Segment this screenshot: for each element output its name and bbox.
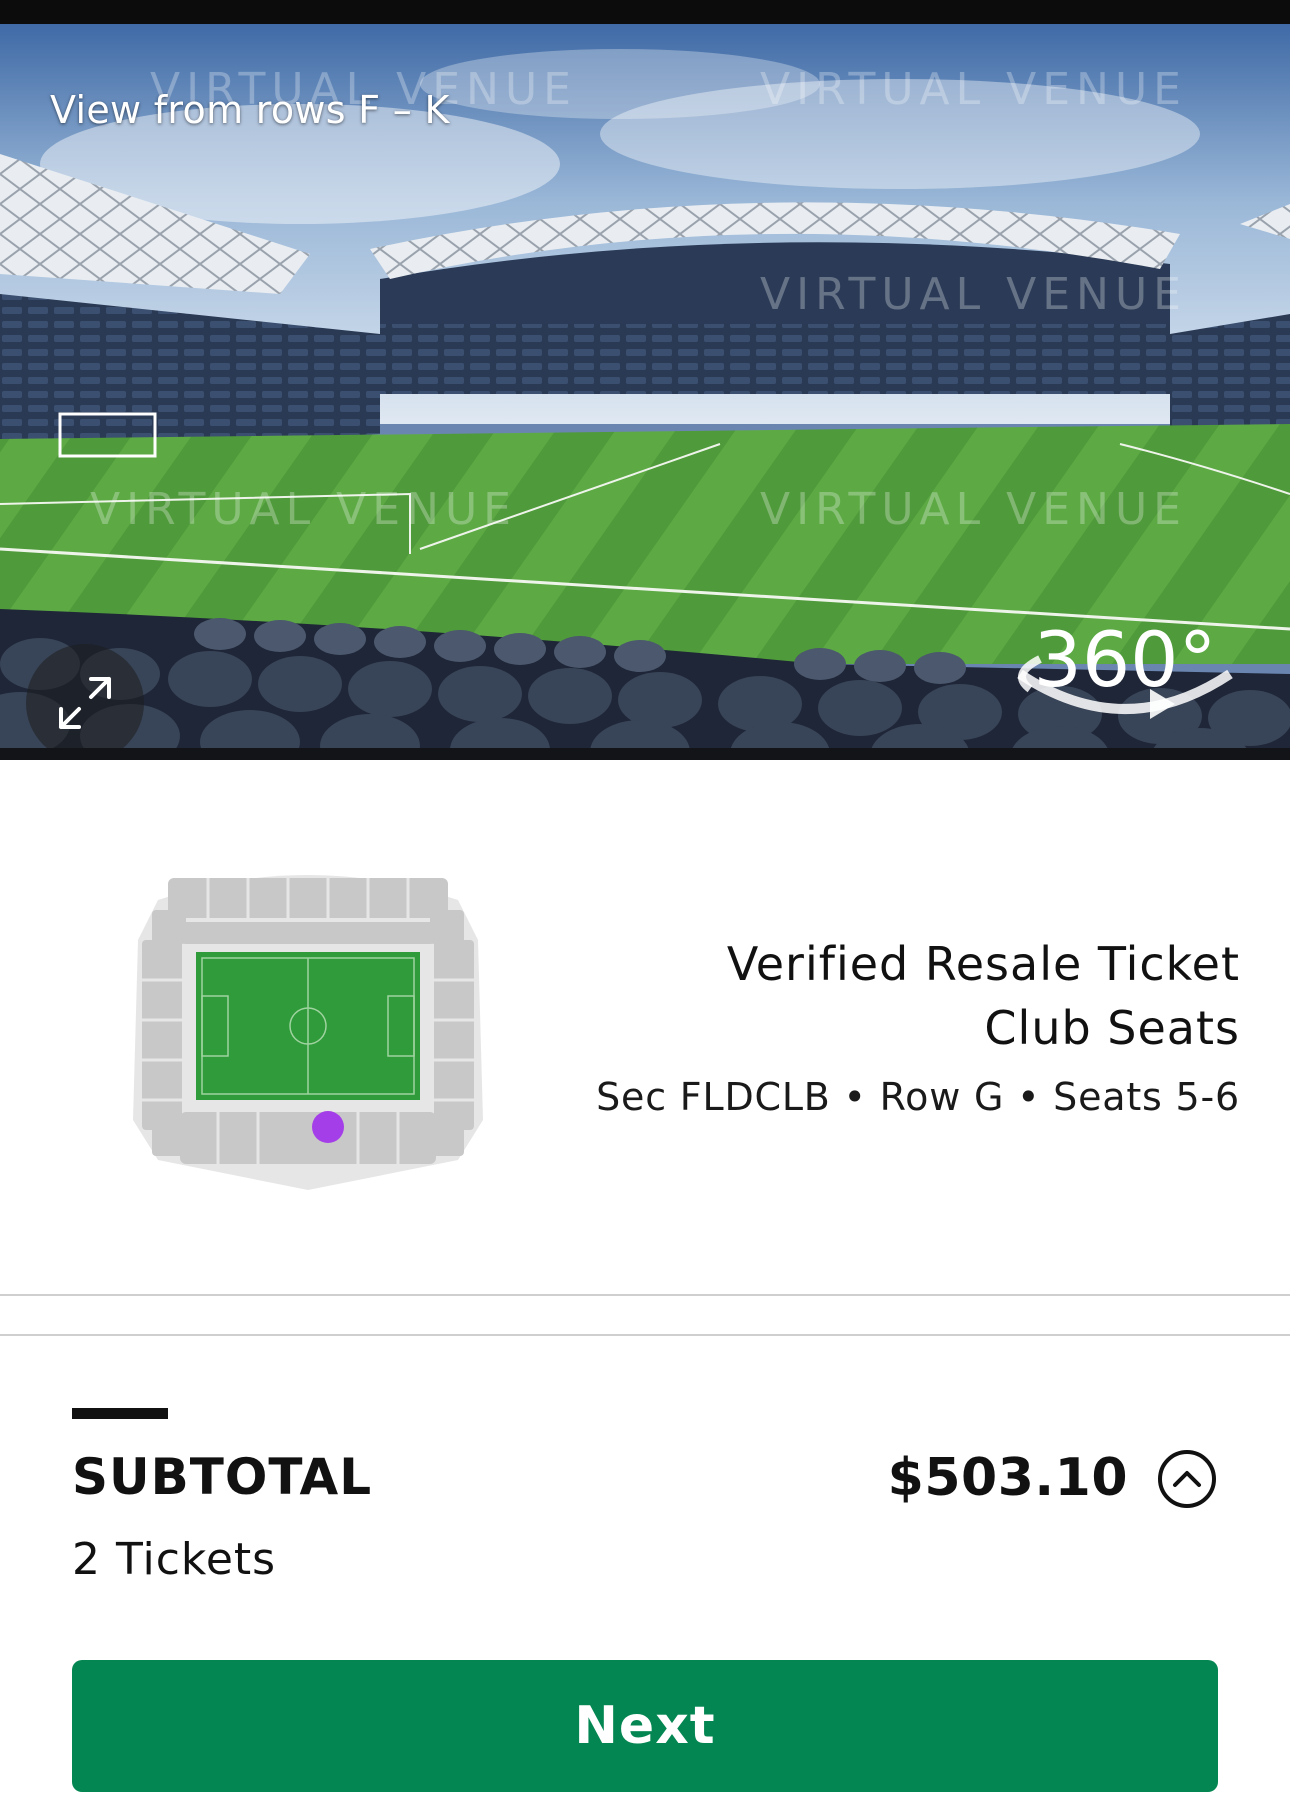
view-360-badge[interactable]: 360° [1000, 604, 1250, 734]
svg-text:VIRTUAL VENUE: VIRTUAL VENUE [90, 484, 517, 535]
svg-text:VIRTUAL VENUE: VIRTUAL VENUE [760, 269, 1187, 320]
rotate-360-icon: 360° [1017, 615, 1233, 719]
expand-arrows-icon [59, 677, 111, 729]
view-caption: View from rows F – K [50, 88, 450, 132]
svg-text:VIRTUAL VENUE: VIRTUAL VENUE [760, 64, 1187, 115]
chevron-up-icon [1173, 1471, 1201, 1487]
status-bar [0, 0, 1290, 24]
badge-360-label: 360° [1033, 615, 1216, 704]
ticket-info: Verified Resale Ticket Club Seats Sec FL… [0, 760, 1290, 1294]
venue-view-photo[interactable]: VIRTUAL VENUE VIRTUAL VENUE VIRTUAL VENU… [0, 24, 1290, 760]
drag-handle[interactable] [72, 1408, 168, 1419]
divider-top [0, 1294, 1290, 1296]
ticket-type: Verified Resale Ticket [726, 937, 1240, 991]
subtotal-label: SUBTOTAL [72, 1448, 373, 1506]
subtotal-price: $503.10 [887, 1448, 1128, 1508]
stadium-seat-map[interactable] [128, 860, 488, 1190]
stadium-map-icon [133, 875, 483, 1190]
order-summary: SUBTOTAL 2 Tickets $503.10 Next [0, 1336, 1290, 1797]
next-button[interactable]: Next [72, 1660, 1218, 1792]
selected-seat-marker [312, 1111, 344, 1143]
ticket-seats: Sec FLDCLB • Row G • Seats 5-6 [596, 1075, 1240, 1119]
ticket-count: 2 Tickets [72, 1534, 277, 1585]
photo-bottom-edge [0, 748, 1290, 760]
ticket-area: Club Seats [984, 1001, 1240, 1055]
svg-text:VIRTUAL VENUE: VIRTUAL VENUE [760, 484, 1187, 535]
ticket-details: Verified Resale Ticket Club Seats Sec FL… [520, 932, 1240, 1132]
expand-view-button[interactable] [26, 644, 144, 760]
price-details-toggle[interactable] [1158, 1450, 1216, 1508]
